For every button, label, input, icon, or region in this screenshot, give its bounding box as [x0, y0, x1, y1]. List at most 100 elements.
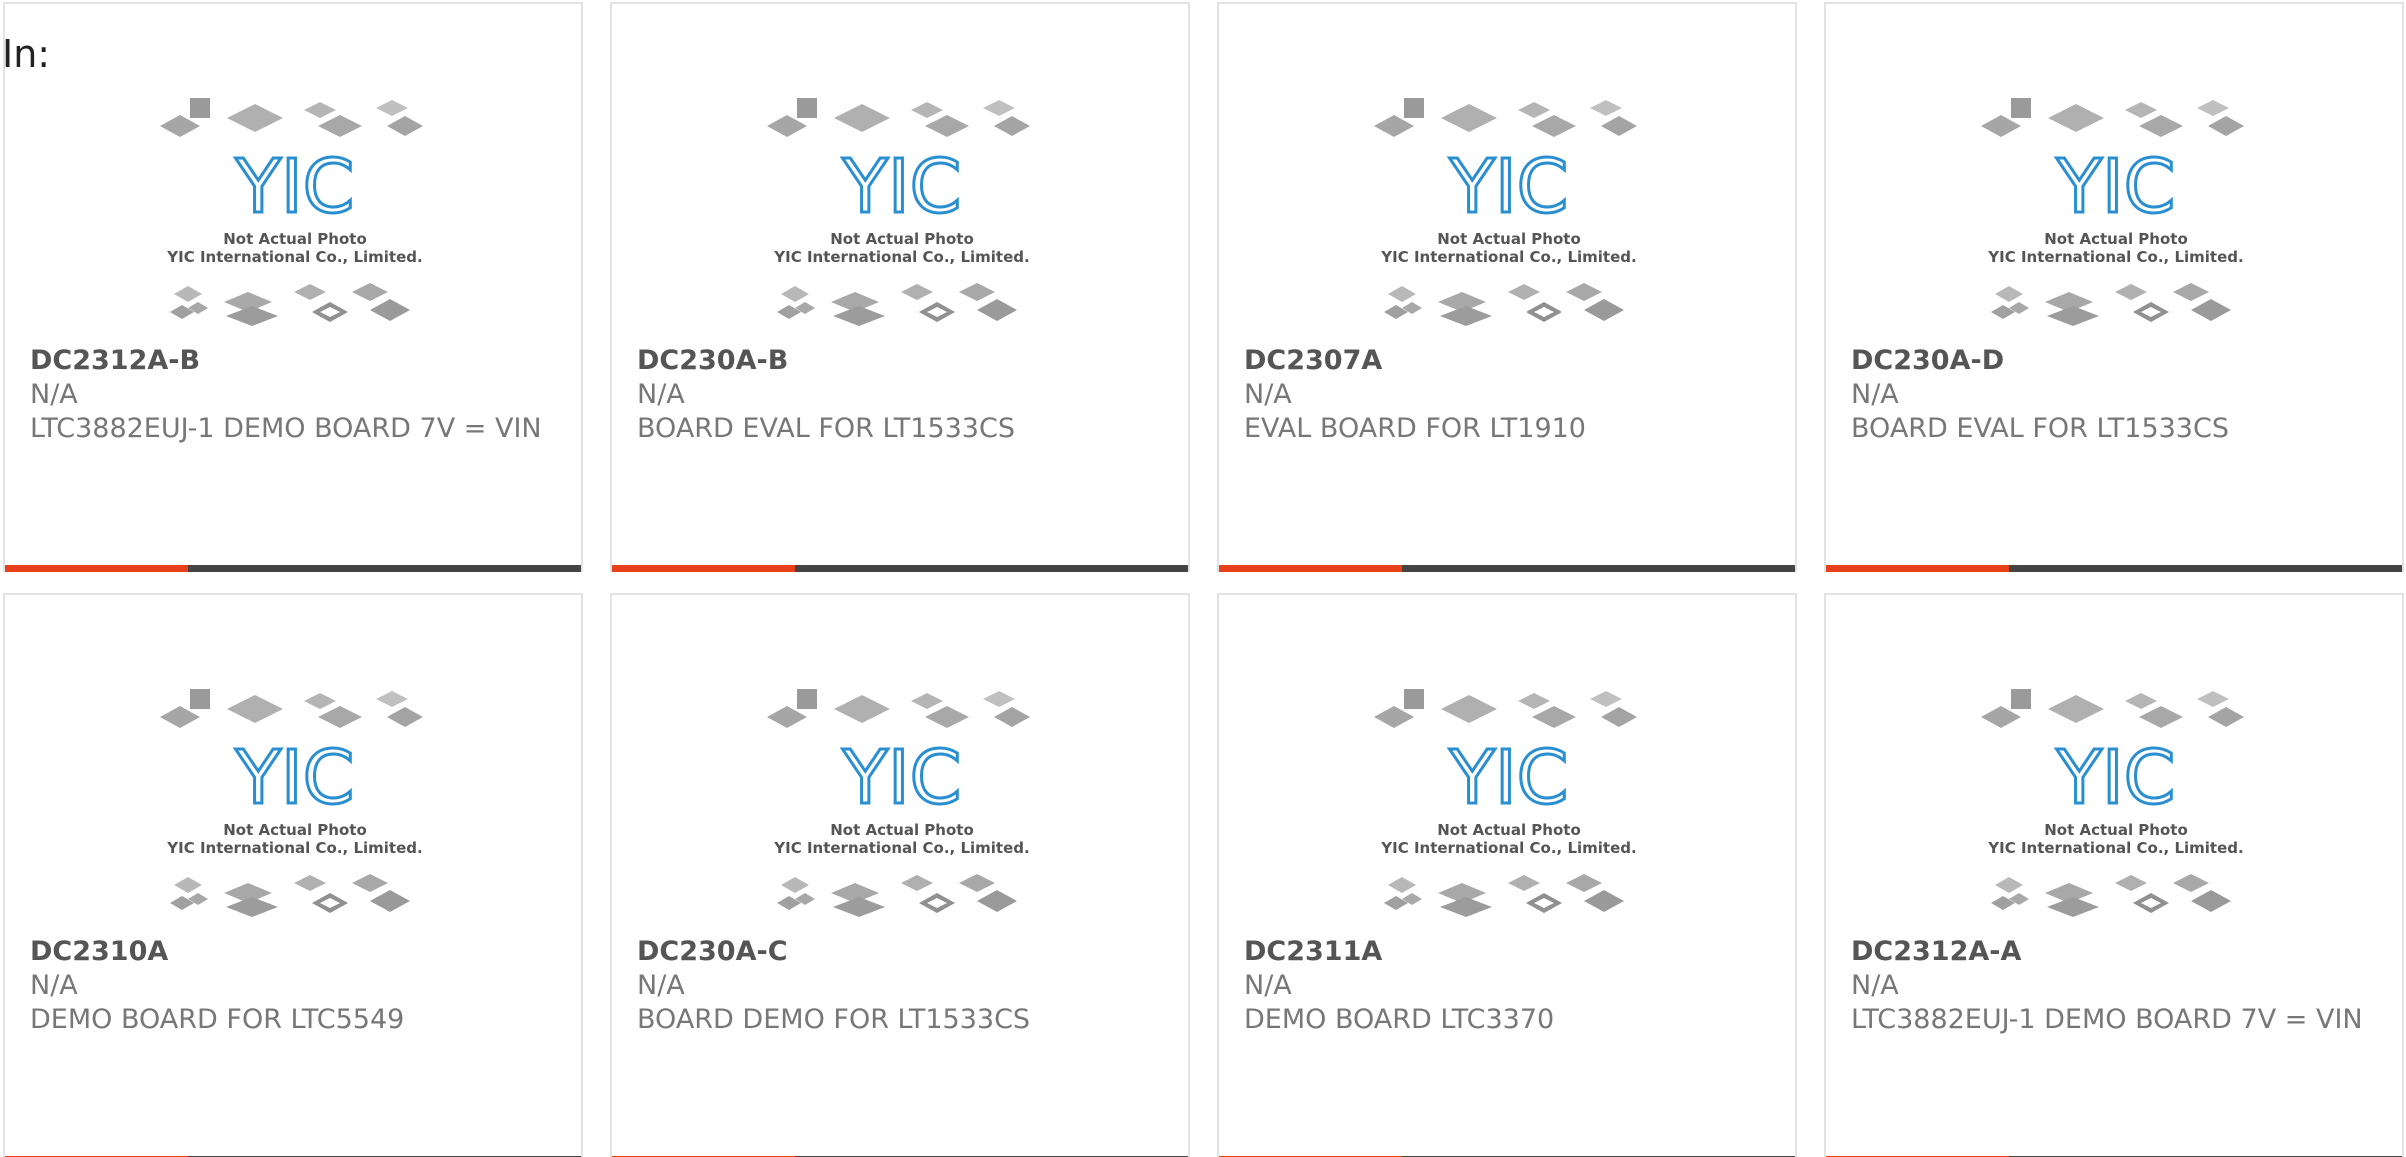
product-description: DEMO BOARD LTC3370	[1244, 1004, 1555, 1035]
product-card[interactable]: YIC Not Actual Photo YIC International Co.…	[1217, 2, 1797, 572]
chip-shape	[2047, 306, 2099, 326]
chip-shape	[781, 286, 809, 302]
chip-shape	[1388, 286, 1416, 302]
product-image-placeholder[interactable]: YIC Not Actual Photo YIC International Co.…	[767, 94, 1037, 334]
manufacturer: N/A	[1851, 379, 1899, 410]
chip-shape	[352, 283, 388, 301]
product-card[interactable]: YIC Not Actual Photo YIC International Co.…	[3, 2, 583, 572]
placeholder-graphic: YICNot Actual PhotoYIC International Co.…	[1981, 689, 2244, 917]
chip-shape	[994, 116, 1030, 136]
chip-shape	[2011, 98, 2031, 118]
part-number-link[interactable]: DC2312A-A	[1851, 935, 2381, 969]
in-label: In:	[2, 32, 51, 76]
product-card[interactable]: YIC Not Actual Photo YIC International Co.…	[1824, 2, 2404, 572]
chip-shape	[1518, 693, 1550, 709]
placeholder-caption: Not Actual Photo	[830, 230, 974, 248]
chip-shape	[226, 897, 278, 917]
placeholder-caption: Not Actual Photo	[2044, 821, 2188, 839]
card-footer-bar	[612, 565, 1188, 572]
chip-shape	[387, 707, 423, 727]
part-number-link[interactable]: DC2311A	[1244, 935, 1774, 969]
product-image-placeholder[interactable]: YIC Not Actual Photo YIC International Co.…	[767, 685, 1037, 925]
product-image-placeholder[interactable]: YIC Not Actual Photo YIC International Co.…	[1374, 685, 1644, 925]
chip-shape	[1532, 706, 1576, 728]
part-number-link[interactable]: DC2307A	[1244, 344, 1774, 378]
part-number-link[interactable]: DC2310A	[30, 935, 560, 969]
chip-shape	[2191, 299, 2231, 321]
chip-shape	[797, 689, 817, 709]
chip-shape	[2047, 897, 2099, 917]
chip-shape	[983, 691, 1015, 707]
product-grid-page: In: YIC Not Actual Photo YIC International…	[0, 0, 2406, 1157]
placeholder-company: YIC International Co., Limited.	[773, 248, 1029, 266]
product-description: BOARD DEMO FOR LT1533CS	[637, 1004, 1031, 1035]
product-card[interactable]: YIC Not Actual Photo YIC International Co.…	[610, 2, 1190, 572]
chip-shape	[352, 874, 388, 892]
product-card[interactable]: YIC Not Actual Photo YIC International Co.…	[1217, 593, 1797, 1157]
product-info: DC2312A-B N/A LTC3882EUJ-1 DEMO BOARD 7V…	[30, 344, 560, 446]
product-description: BOARD EVAL FOR LT1533CS	[1851, 413, 2229, 444]
chip-shape	[833, 306, 885, 326]
product-card[interactable]: YIC Not Actual Photo YIC International Co.…	[3, 593, 583, 1157]
chip-shape	[227, 104, 283, 132]
product-info: DC2312A-A N/A LTC3882EUJ-1 DEMO BOARD 7V…	[1851, 935, 2381, 1037]
chip-shape	[977, 299, 1017, 321]
chip-shape	[2115, 284, 2147, 300]
part-number-link[interactable]: DC230A-C	[637, 935, 1167, 969]
placeholder-graphic: YICNot Actual PhotoYIC International Co.…	[767, 689, 1030, 917]
chip-shape	[1995, 286, 2023, 302]
chip-shape	[304, 102, 336, 118]
chip-shape	[781, 877, 809, 893]
part-number-link[interactable]: DC230A-B	[637, 344, 1167, 378]
product-card[interactable]: YIC Not Actual Photo YIC International Co.…	[610, 593, 1190, 1157]
placeholder-graphic: YICNot Actual PhotoYIC International Co.…	[160, 98, 423, 326]
manufacturer: N/A	[1244, 379, 1292, 410]
chip-shape	[1518, 102, 1550, 118]
card-footer-bar	[1219, 565, 1795, 572]
chip-shape	[1374, 706, 1414, 728]
chip-shape	[911, 102, 943, 118]
manufacturer: N/A	[637, 379, 685, 410]
chip-shape	[370, 299, 410, 321]
chip-shape	[1440, 306, 1492, 326]
product-card[interactable]: YIC Not Actual Photo YIC International Co.…	[1824, 593, 2404, 1157]
placeholder-company: YIC International Co., Limited.	[1987, 248, 2243, 266]
part-number-link[interactable]: DC2312A-B	[30, 344, 560, 378]
chip-shape	[226, 306, 278, 326]
chip-shape	[767, 115, 807, 137]
placeholder-company: YIC International Co., Limited.	[166, 248, 422, 266]
part-number-link[interactable]: DC230A-D	[1851, 344, 2381, 378]
chip-shape	[959, 283, 995, 301]
product-info: DC2311A N/A DEMO BOARD LTC3370	[1244, 935, 1774, 1037]
chip-shape	[190, 98, 210, 118]
chip-shape	[2208, 116, 2244, 136]
card-footer-accent	[1219, 565, 1402, 572]
chip-shape	[294, 875, 326, 891]
card-footer-accent	[1826, 565, 2009, 572]
manufacturer: N/A	[637, 970, 685, 1001]
chip-shape	[160, 115, 200, 137]
chip-shape	[370, 890, 410, 912]
chip-shape	[1441, 104, 1497, 132]
product-image-placeholder[interactable]: YIC Not Actual Photo YIC International Co.…	[1981, 685, 2251, 925]
yic-logo: YIC	[842, 735, 962, 821]
placeholder-company: YIC International Co., Limited.	[1987, 839, 2243, 857]
card-footer-bar	[5, 565, 581, 572]
chip-shape	[911, 693, 943, 709]
chip-shape	[1601, 116, 1637, 136]
chip-shape	[190, 689, 210, 709]
placeholder-company: YIC International Co., Limited.	[1380, 839, 1636, 857]
card-footer-accent	[5, 565, 188, 572]
product-image-placeholder[interactable]: YIC Not Actual Photo YIC International Co.…	[160, 94, 430, 334]
chip-shape	[2197, 100, 2229, 116]
chip-shape	[318, 706, 362, 728]
product-image-placeholder[interactable]: YIC Not Actual Photo YIC International Co.…	[1374, 94, 1644, 334]
chip-shape	[833, 897, 885, 917]
placeholder-graphic: YICNot Actual PhotoYIC International Co.…	[1374, 98, 1637, 326]
product-image-placeholder[interactable]: YIC Not Actual Photo YIC International Co.…	[160, 685, 430, 925]
placeholder-company: YIC International Co., Limited.	[1380, 248, 1636, 266]
product-description: DEMO BOARD FOR LTC5549	[30, 1004, 405, 1035]
product-image-placeholder[interactable]: YIC Not Actual Photo YIC International Co.…	[1981, 94, 2251, 334]
manufacturer: N/A	[1851, 970, 1899, 1001]
chip-shape	[1566, 283, 1602, 301]
